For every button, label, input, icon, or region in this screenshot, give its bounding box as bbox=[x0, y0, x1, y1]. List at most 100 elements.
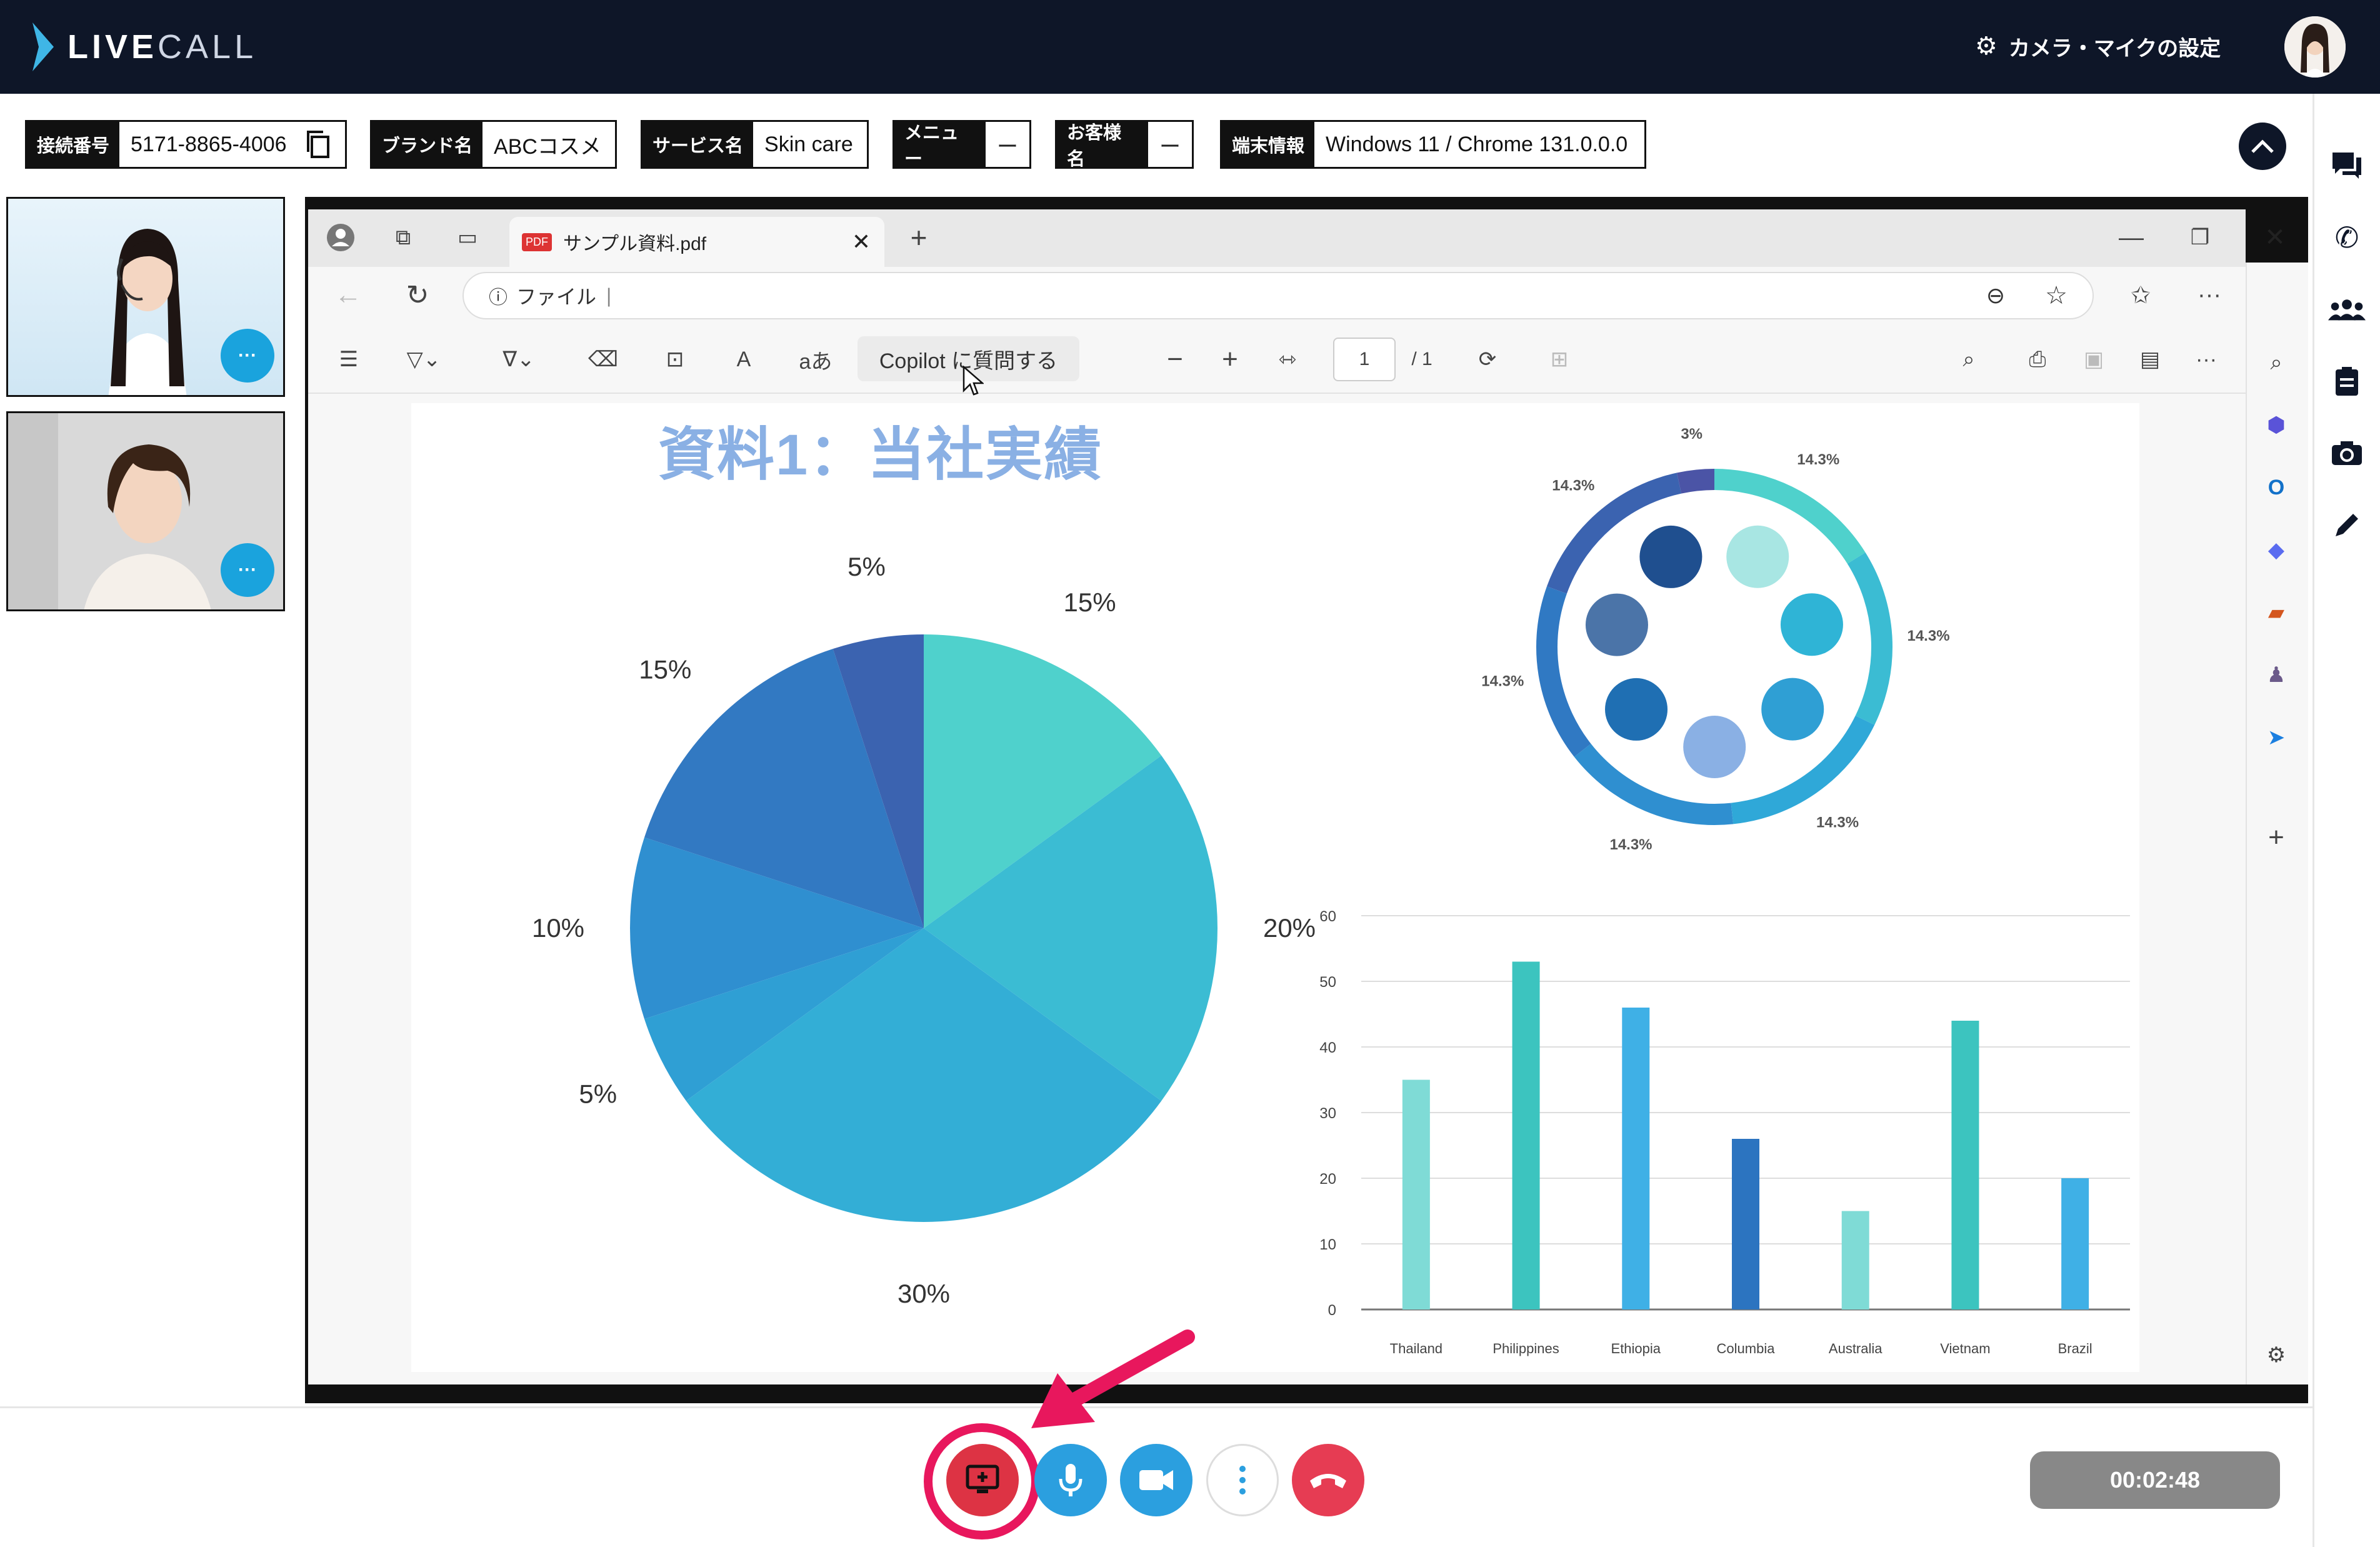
device-info-value: Windows 11 / Chrome 131.0.0.0 bbox=[1326, 132, 1628, 156]
connection-number-label: 接続番号 bbox=[27, 122, 120, 167]
browser-tab-pdf[interactable]: PDF サンプル資料.pdf ✕ bbox=[509, 217, 884, 267]
more-options-icon[interactable]: ··· bbox=[2191, 276, 2228, 314]
close-window-icon[interactable]: ✕ bbox=[2256, 219, 2294, 256]
save-as-icon[interactable]: ▤ bbox=[2131, 341, 2169, 378]
read-aloud-icon[interactable]: A bbox=[725, 341, 762, 378]
pdf-more-icon[interactable]: ··· bbox=[2188, 341, 2225, 378]
page-total: / 1 bbox=[1411, 349, 1432, 369]
pen-icon[interactable] bbox=[2328, 506, 2366, 544]
mouse-cursor-icon bbox=[962, 366, 984, 396]
add-sidebar-icon[interactable]: + bbox=[2258, 819, 2295, 856]
connection-number-chip: 接続番号 5171-8865-4006 bbox=[25, 120, 347, 169]
pie-chart: 15%20%30%5%10%15%5% bbox=[532, 552, 1316, 1308]
rotate-icon[interactable]: ⟳ bbox=[1469, 341, 1506, 378]
page-view-icon[interactable]: ⊞ bbox=[1541, 341, 1578, 378]
customer-more-button[interactable]: ··· bbox=[221, 543, 274, 597]
connection-number-value: 5171-8865-4006 bbox=[131, 132, 287, 156]
screen-share-button[interactable] bbox=[946, 1444, 1019, 1516]
livecall-logo: LIVE CALL bbox=[32, 19, 257, 75]
y-tick-label: 40 bbox=[1319, 1039, 1336, 1056]
clipboard-icon[interactable] bbox=[2328, 363, 2366, 400]
brand-label: ブランド名 bbox=[372, 122, 483, 167]
pie-slice-label: 15% bbox=[639, 654, 691, 684]
camera-switch-icon[interactable] bbox=[2328, 434, 2366, 472]
y-tick-label: 30 bbox=[1319, 1105, 1336, 1122]
donut-icon-circle bbox=[1585, 593, 1648, 656]
tools-briefcase-icon[interactable]: ▰ bbox=[2258, 594, 2295, 631]
fit-page-icon[interactable]: ⇿ bbox=[1269, 341, 1306, 378]
group-icon[interactable] bbox=[2328, 291, 2366, 328]
collapse-button[interactable] bbox=[2239, 123, 2286, 170]
address-prefix: ファイル bbox=[516, 286, 597, 308]
address-bar[interactable]: ⓘ ファイル | ⊖ ☆ bbox=[462, 272, 2094, 319]
donut-label: 14.3% bbox=[1797, 451, 1839, 468]
edge-apps-icon[interactable]: ⬢ bbox=[2258, 406, 2295, 444]
service-label: サービス名 bbox=[642, 122, 754, 167]
shopping-tag-icon[interactable]: ◆ bbox=[2258, 531, 2295, 569]
refresh-icon[interactable]: ↻ bbox=[399, 276, 436, 314]
sidebar-settings-icon[interactable]: ⚙ bbox=[2258, 1336, 2295, 1374]
new-tab-icon[interactable]: + bbox=[900, 219, 938, 256]
hang-up-icon bbox=[1310, 1474, 1346, 1488]
vertical-tabs-icon[interactable]: ▭ bbox=[449, 219, 486, 256]
donut-label: 14.3% bbox=[1907, 628, 1949, 644]
more-actions-button[interactable] bbox=[1206, 1444, 1279, 1516]
donut-icon-circle bbox=[1605, 678, 1668, 741]
bar bbox=[1841, 1211, 1869, 1309]
back-icon[interactable]: ← bbox=[329, 276, 367, 314]
phone-icon[interactable]: ✆ bbox=[2328, 219, 2366, 256]
pie-slice-label: 5% bbox=[579, 1079, 617, 1109]
call-timer: 00:02:48 bbox=[2030, 1451, 2280, 1509]
games-icon[interactable]: ♟ bbox=[2258, 656, 2295, 694]
donut-label: 14.3% bbox=[1552, 478, 1594, 494]
video-tile-operator: ··· bbox=[6, 197, 285, 397]
info-icon: ⓘ bbox=[489, 288, 508, 308]
text-box-icon[interactable]: ⊡ bbox=[656, 341, 694, 378]
outlook-icon[interactable]: O bbox=[2258, 469, 2295, 506]
y-tick-label: 20 bbox=[1319, 1171, 1336, 1188]
microphone-button[interactable] bbox=[1034, 1444, 1107, 1516]
hang-up-button[interactable] bbox=[1292, 1444, 1364, 1516]
camera-button[interactable] bbox=[1120, 1444, 1192, 1516]
favorite-star-icon[interactable]: ☆ bbox=[2045, 281, 2068, 310]
minimize-icon[interactable]: — bbox=[2112, 219, 2150, 256]
workspaces-icon[interactable]: ⧉ bbox=[384, 219, 422, 256]
bar bbox=[1951, 1021, 1979, 1309]
menu-label: メニュー bbox=[894, 122, 984, 169]
donut-label: 14.3% bbox=[1609, 836, 1652, 853]
y-tick-label: 0 bbox=[1328, 1302, 1336, 1319]
contents-icon[interactable]: ☰ bbox=[330, 341, 368, 378]
save-icon[interactable]: ▣ bbox=[2075, 341, 2112, 378]
page-number-input[interactable]: 1 bbox=[1333, 338, 1396, 381]
edge-search-icon[interactable]: ⌕ bbox=[2258, 344, 2295, 381]
copy-icon[interactable] bbox=[298, 122, 338, 167]
highlight-icon[interactable]: ▽⌄ bbox=[392, 341, 455, 378]
draw-icon[interactable]: ∇⌄ bbox=[488, 341, 550, 378]
print-icon[interactable]: ⎙ bbox=[2019, 341, 2056, 378]
bar bbox=[2061, 1178, 2089, 1309]
operator-more-button[interactable]: ··· bbox=[221, 329, 274, 383]
gear-icon: ⚙ bbox=[1975, 33, 1998, 60]
restore-icon[interactable]: ❐ bbox=[2181, 219, 2219, 256]
profile-icon[interactable] bbox=[322, 219, 359, 256]
pdf-search-icon[interactable]: ⌕ bbox=[1950, 341, 1988, 378]
donut-label: 3% bbox=[1681, 426, 1702, 443]
user-avatar[interactable] bbox=[2284, 16, 2346, 78]
x-tick-label: Philippines bbox=[1492, 1341, 1559, 1356]
pdf-page: 資料1：当社実績 15% 20% 30% 5% 10% 15% 5% 14.3% 14.3% 1… bbox=[411, 403, 2139, 1372]
close-tab-icon[interactable]: ✕ bbox=[852, 229, 871, 255]
favorites-icon[interactable]: ✩ bbox=[2122, 276, 2159, 314]
chat-icon[interactable] bbox=[2328, 147, 2366, 184]
menu-value: ー bbox=[984, 122, 1029, 167]
translate-icon[interactable]: aあ bbox=[794, 341, 838, 378]
zoom-out-icon[interactable]: − bbox=[1156, 341, 1194, 378]
camera-mic-settings-button[interactable]: ⚙ カメラ・マイクの設定 bbox=[1975, 28, 2221, 65]
customer-chip: お客様名 ー bbox=[1055, 120, 1194, 169]
eraser-icon[interactable]: ⌫ bbox=[584, 341, 622, 378]
zoom-icon[interactable]: ⊖ bbox=[1986, 283, 2005, 309]
logo-text-live: LIVE bbox=[68, 28, 158, 66]
send-icon[interactable]: ➤ bbox=[2258, 719, 2295, 756]
donut-icon-circle bbox=[1726, 525, 1789, 588]
zoom-in-icon[interactable]: + bbox=[1211, 341, 1249, 378]
pointer-arrow bbox=[1031, 1329, 1195, 1428]
